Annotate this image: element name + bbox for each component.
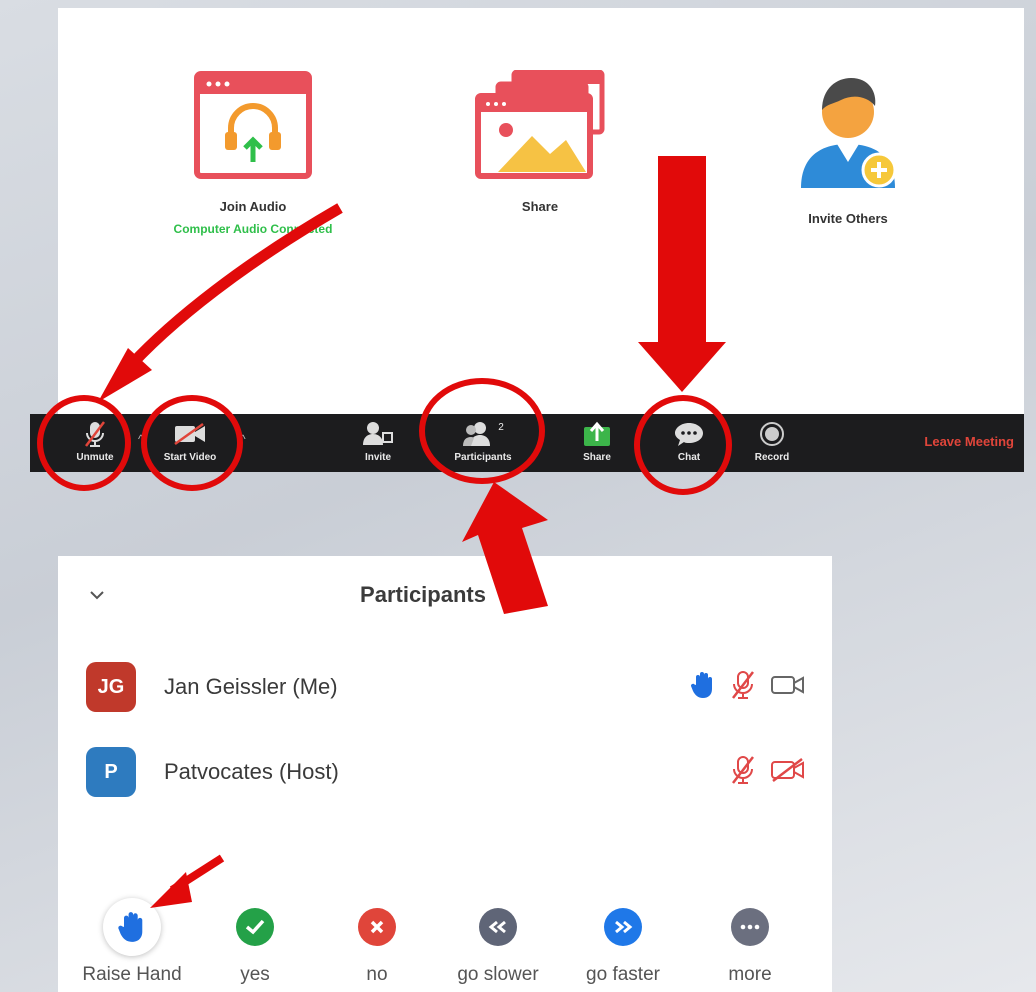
participant-status-icons [730, 755, 806, 785]
share-button[interactable]: Share [552, 420, 642, 463]
video-off-icon [174, 422, 205, 446]
no-label: no [366, 964, 388, 985]
go-slower-button[interactable]: go slower [438, 898, 558, 986]
chat-label: Chat [677, 452, 701, 463]
checkmark-icon [236, 908, 274, 946]
invite-label: Invite [364, 452, 392, 463]
nonverbal-feedback-bar: Raise Hand yes no go slower go faster mo… [58, 898, 832, 992]
participant-name: Jan Geissler (Me) [164, 674, 338, 699]
video-off-icon[interactable] [770, 757, 806, 783]
add-person-icon [363, 422, 393, 445]
participant-row[interactable]: JG Jan Geissler (Me) [86, 660, 806, 714]
fast-forward-icon [604, 908, 642, 946]
unmute-label: Unmute [76, 452, 114, 463]
raised-hand-icon [690, 672, 712, 698]
cross-icon [358, 908, 396, 946]
meeting-toolbar: Unmute ^ Start Video ^ Invite 2 Particip… [30, 414, 1024, 472]
more-dots-icon [731, 908, 769, 946]
avatar: JG [86, 662, 136, 712]
microphone-muted-icon [85, 421, 105, 447]
go-faster-label: go faster [586, 964, 660, 985]
headphones-window-icon [194, 71, 312, 179]
invite-others-label: Invite Others [808, 211, 888, 226]
chat-bubble-icon [675, 423, 703, 446]
share-tile[interactable]: Share [458, 69, 622, 214]
participants-header: Participants [58, 556, 832, 638]
more-label: more [728, 964, 772, 985]
raise-hand-label: Raise Hand [82, 964, 182, 985]
record-icon [760, 422, 784, 446]
share-screen-icon [475, 69, 605, 179]
video-camera-icon[interactable] [770, 673, 806, 697]
invite-person-icon [801, 78, 897, 188]
record-label: Record [754, 452, 790, 463]
raise-hand-button[interactable]: Raise Hand [72, 898, 192, 986]
participants-panel: Participants JG Jan Geissler (Me) P Patv… [58, 556, 832, 992]
no-button[interactable]: no [317, 898, 437, 986]
share-toolbar-label: Share [583, 452, 611, 463]
microphone-muted-icon[interactable] [730, 670, 756, 700]
yes-button[interactable]: yes [195, 898, 315, 986]
invite-button[interactable]: Invite [333, 420, 423, 463]
participant-name: Patvocates (Host) [164, 759, 339, 784]
join-audio-tile[interactable]: Join Audio Computer Audio Connected [138, 70, 368, 236]
microphone-muted-icon[interactable] [730, 755, 756, 785]
rewind-icon [479, 908, 517, 946]
more-button[interactable]: more [690, 898, 810, 986]
participants-label: Participants [454, 452, 512, 463]
go-faster-button[interactable]: go faster [563, 898, 683, 986]
join-audio-label: Join Audio [219, 199, 287, 214]
meeting-panel: Join Audio Computer Audio Connected Shar… [58, 8, 1024, 414]
go-slower-label: go slower [457, 964, 539, 985]
participants-icon [463, 422, 491, 446]
participant-status-icons [690, 670, 806, 700]
video-options-caret-icon[interactable]: ^ [240, 432, 246, 446]
record-button[interactable]: Record [727, 420, 817, 463]
share-arrow-icon [584, 421, 610, 446]
unmute-button[interactable]: Unmute [50, 420, 140, 463]
participants-button[interactable]: 2 Participants [438, 420, 528, 464]
raised-hand-icon [118, 912, 143, 942]
avatar: P [86, 747, 136, 797]
invite-others-tile[interactable]: Invite Others [778, 70, 918, 226]
share-label: Share [521, 199, 559, 214]
leave-meeting-button[interactable]: Leave Meeting [924, 434, 1014, 449]
chat-button[interactable]: Chat [644, 420, 734, 463]
participant-row[interactable]: P Patvocates (Host) [86, 745, 806, 799]
start-video-label: Start Video [163, 452, 217, 463]
start-video-button[interactable]: Start Video [145, 420, 235, 463]
yes-label: yes [240, 964, 270, 985]
audio-options-caret-icon[interactable]: ^ [138, 432, 144, 446]
participants-title: Participants [360, 582, 486, 607]
audio-status-text: Computer Audio Connected [173, 222, 333, 236]
participants-count-badge: 2 [498, 421, 504, 433]
